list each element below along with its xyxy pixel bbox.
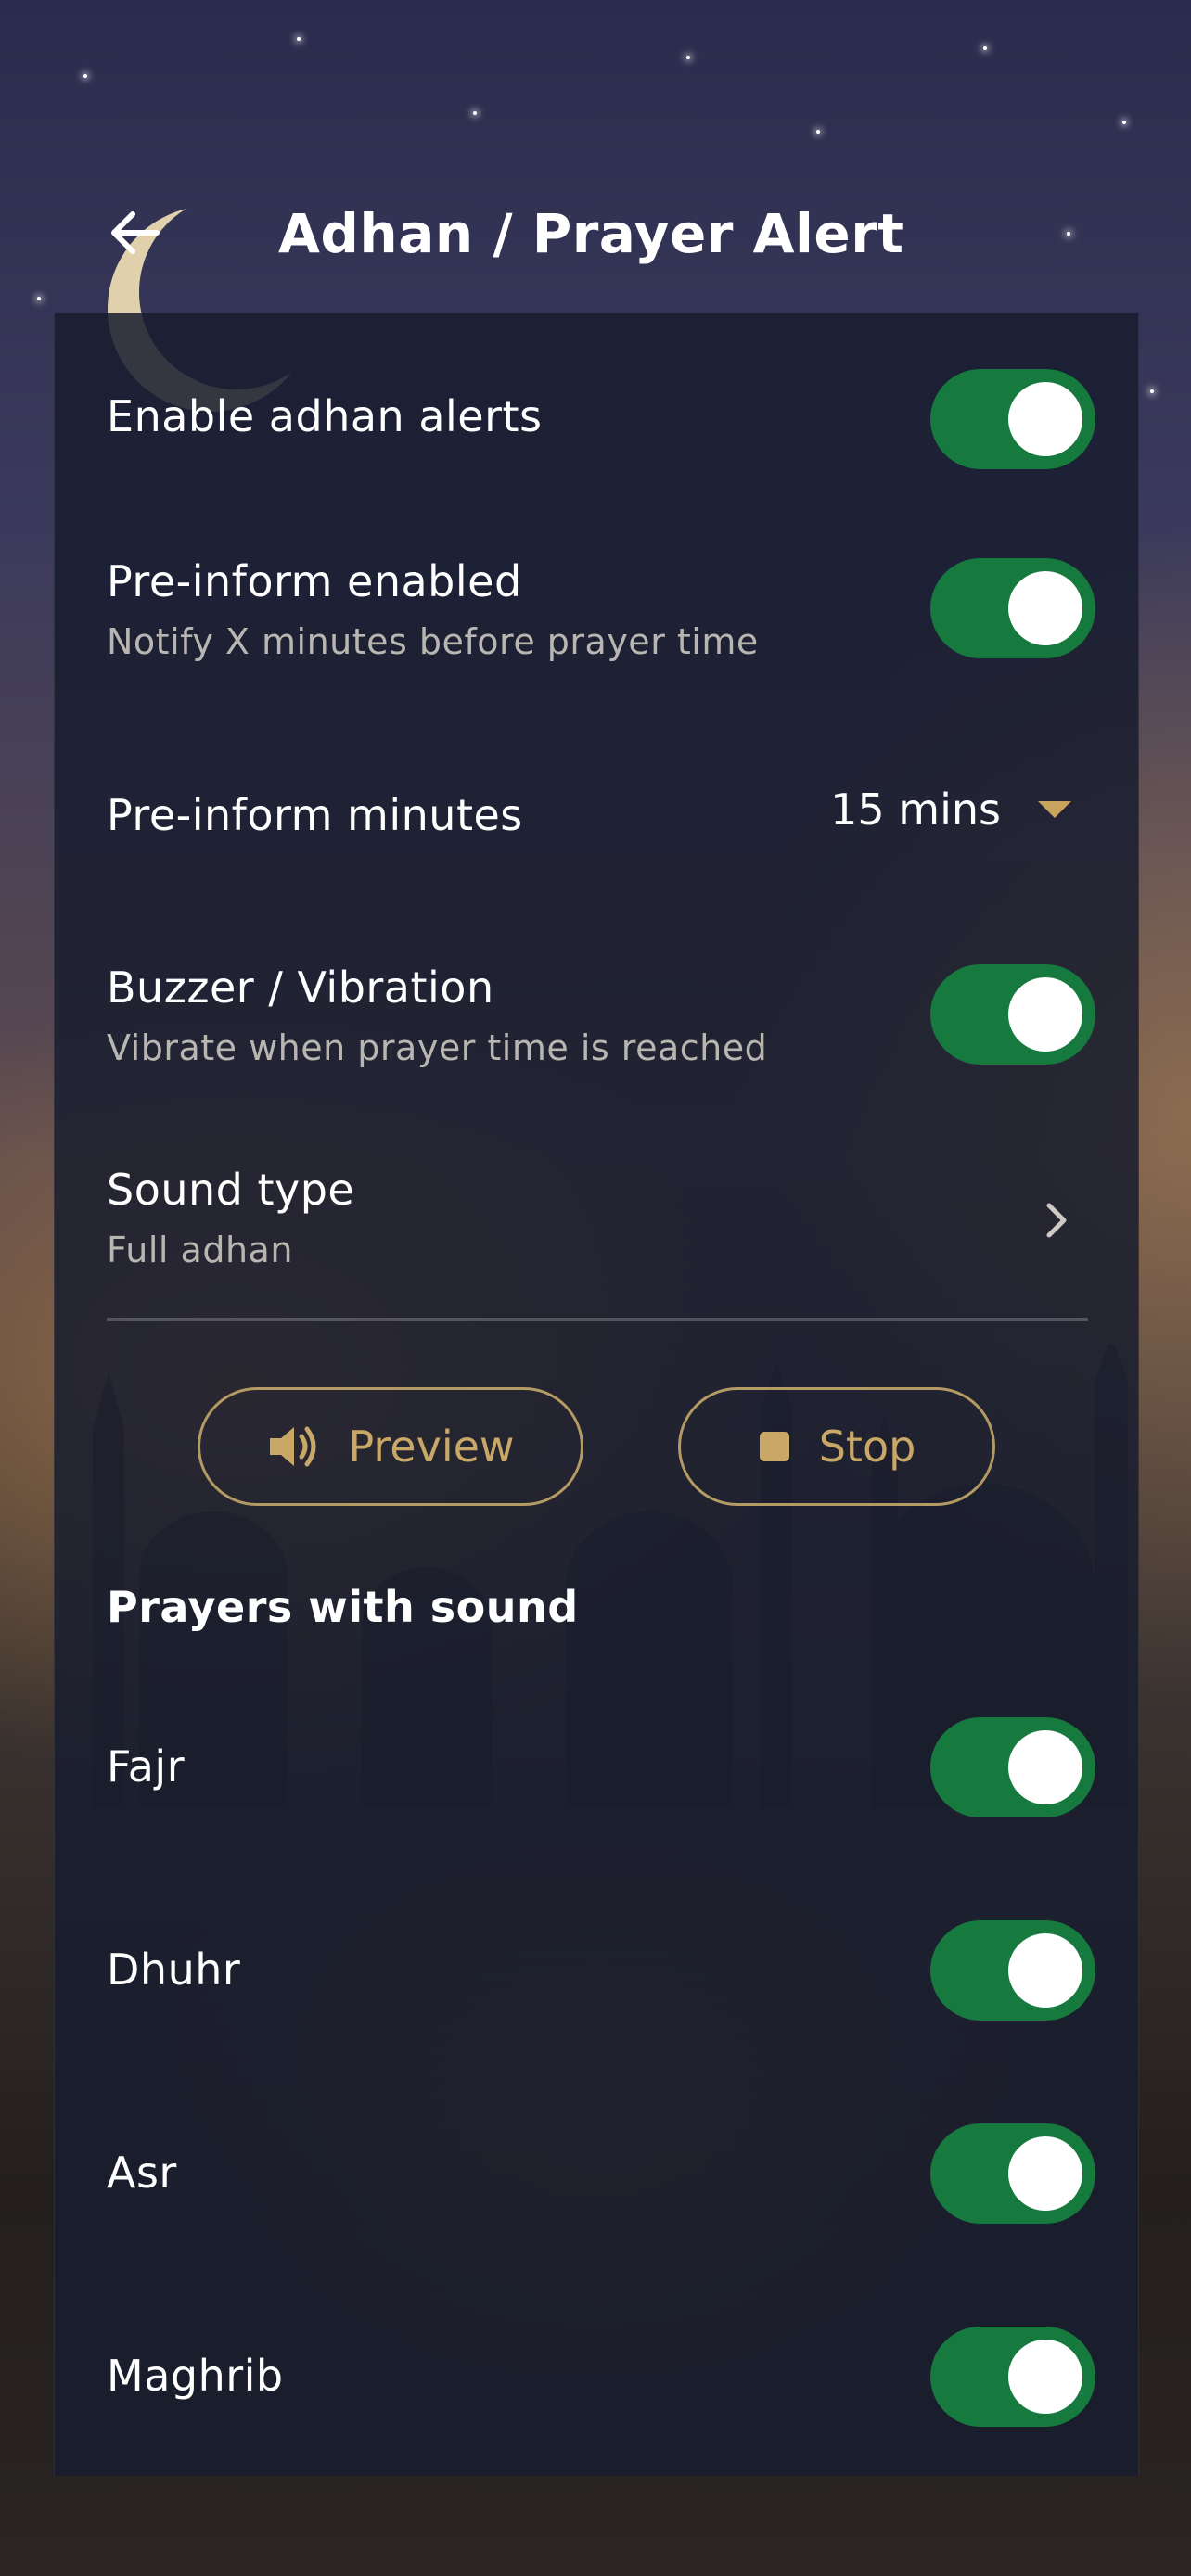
toggle-knob bbox=[1008, 1730, 1082, 1804]
toggle-knob bbox=[1008, 977, 1082, 1052]
setting-pre-inform-enabled: Pre-inform enabled Notify X minutes befo… bbox=[107, 556, 1095, 668]
asr-sound-toggle[interactable] bbox=[930, 2123, 1095, 2224]
stop-label: Stop bbox=[818, 1422, 916, 1472]
chevron-right-icon bbox=[1046, 1203, 1067, 1238]
sound-type-value: Full adhan bbox=[107, 1230, 293, 1270]
setting-sound-type[interactable]: Sound type Full adhan bbox=[107, 1165, 1090, 1285]
page-title: Adhan / Prayer Alert bbox=[278, 202, 904, 265]
prayers-section-title: Prayers with sound bbox=[107, 1582, 1090, 1632]
dropdown-value: 15 mins bbox=[830, 784, 1001, 835]
pre-inform-enabled-toggle[interactable] bbox=[930, 558, 1095, 658]
divider bbox=[107, 1318, 1088, 1321]
prayer-row-dhuhr: Dhuhr bbox=[107, 1920, 1095, 2021]
toggle-knob bbox=[1008, 2340, 1082, 2414]
prayer-row-asr: Asr bbox=[107, 2123, 1095, 2224]
preview-button[interactable]: Preview bbox=[198, 1387, 583, 1506]
prayer-row-maghrib: Maghrib bbox=[107, 2327, 1095, 2427]
pre-inform-minutes-dropdown[interactable]: 15 mins bbox=[830, 784, 1071, 835]
speaker-icon bbox=[266, 1423, 320, 1470]
settings-panel: Enable adhan alerts Pre-inform enabled N… bbox=[54, 313, 1139, 2476]
app-header: Adhan / Prayer Alert bbox=[0, 176, 1191, 297]
toggle-knob bbox=[1008, 382, 1082, 456]
stop-button[interactable]: Stop bbox=[678, 1387, 995, 1506]
arrow-left-icon bbox=[111, 211, 160, 254]
fajr-sound-toggle[interactable] bbox=[930, 1717, 1095, 1817]
preview-label: Preview bbox=[348, 1422, 515, 1472]
toggle-knob bbox=[1008, 2136, 1082, 2211]
setting-buzzer-vibration: Buzzer / Vibration Vibrate when prayer t… bbox=[107, 963, 1095, 1074]
back-button[interactable] bbox=[102, 200, 167, 265]
enable-adhan-alerts-toggle[interactable] bbox=[930, 369, 1095, 469]
section-heading: Prayers with sound bbox=[107, 1582, 579, 1632]
dhuhr-sound-toggle[interactable] bbox=[930, 1920, 1095, 2021]
buzzer-vibration-toggle[interactable] bbox=[930, 964, 1095, 1065]
prayer-row-fajr: Fajr bbox=[107, 1717, 1095, 1817]
stop-icon bbox=[758, 1430, 791, 1463]
caret-down-icon bbox=[1038, 801, 1071, 818]
maghrib-sound-toggle[interactable] bbox=[930, 2327, 1095, 2427]
toggle-knob bbox=[1008, 1933, 1082, 2008]
toggle-knob bbox=[1008, 571, 1082, 645]
setting-label: Sound type bbox=[107, 1165, 355, 1215]
setting-enable-adhan-alerts: Enable adhan alerts bbox=[107, 369, 1095, 469]
setting-pre-inform-minutes: Pre-inform minutes 15 mins bbox=[107, 784, 1090, 864]
